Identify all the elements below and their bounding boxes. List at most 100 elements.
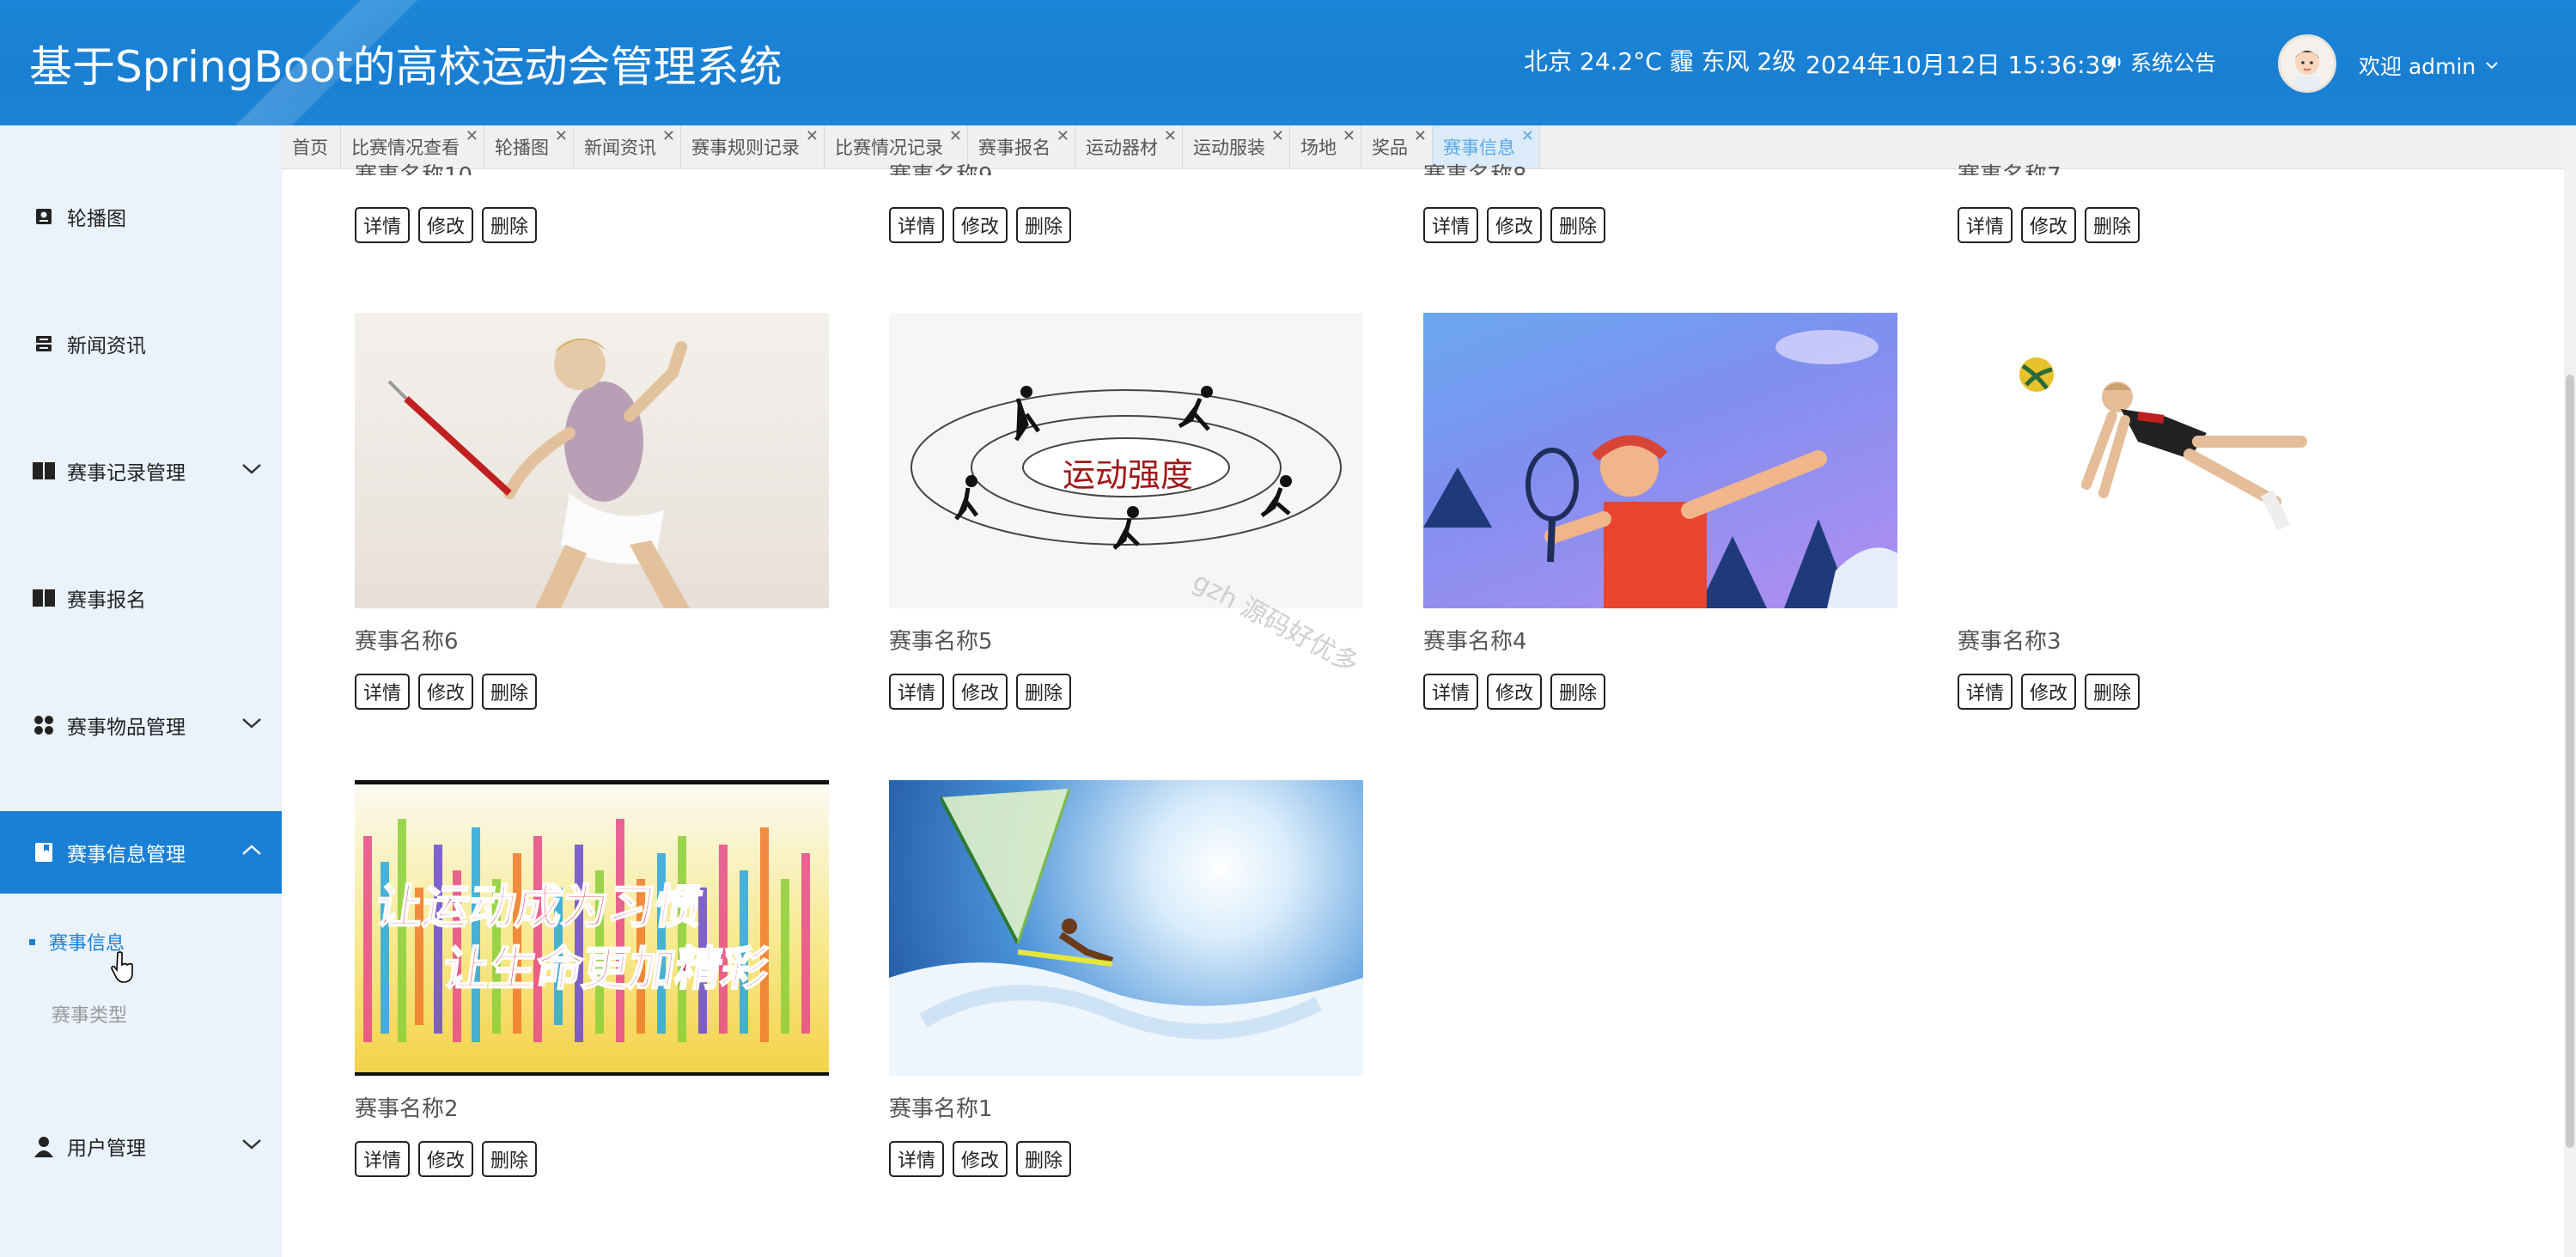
event-image-windsurfing[interactable] — [889, 780, 1363, 1076]
bookmark-icon — [31, 839, 57, 865]
card-actions: 详情 修改 删除 — [355, 1141, 538, 1177]
delete-button[interactable]: 删除 — [2085, 207, 2141, 243]
edit-button[interactable]: 修改 — [1487, 674, 1543, 710]
user-avatar-icon — [2294, 51, 2320, 90]
card-title[interactable]: 赛事名称4 — [1423, 624, 1527, 656]
sidebar-item-event-info[interactable]: 赛事信息管理 — [0, 811, 282, 894]
hand-cursor-icon — [111, 951, 133, 983]
system-notice-label: 系统公告 — [2130, 51, 2217, 76]
card-actions: 详情 修改 删除 — [1423, 207, 1606, 243]
delete-button[interactable]: 删除 — [1016, 1141, 1072, 1177]
card-title[interactable]: 赛事名称5 — [889, 624, 993, 656]
vertical-scrollbar[interactable] — [2564, 125, 2576, 1257]
chevron-down-icon — [242, 718, 261, 729]
sidebar-item-label: 用户管理 — [67, 1138, 146, 1160]
detail-button[interactable]: 详情 — [1958, 674, 2013, 710]
delete-button[interactable]: 删除 — [482, 674, 538, 710]
card-actions: 详情 修改 删除 — [355, 207, 538, 243]
image-caption: 运动强度 — [1063, 456, 1194, 494]
event-image-intensity-diagram[interactable]: 运动强度 — [889, 313, 1363, 608]
current-datetime: 2024年10月12日 15:36:39 — [1806, 51, 2116, 79]
sidebar-item-label: 赛事记录管理 — [67, 462, 186, 485]
detail-button[interactable]: 详情 — [889, 207, 945, 243]
news-icon — [31, 331, 57, 357]
detail-button[interactable]: 详情 — [889, 674, 945, 710]
card-title[interactable]: 赛事名称2 — [355, 1091, 459, 1123]
delete-button[interactable]: 删除 — [482, 1141, 538, 1177]
weather-info: 北京 24.2°C 霾 东风 2级 — [1524, 47, 1797, 76]
tab-bar-overlay — [282, 125, 2564, 169]
detail-button[interactable]: 详情 — [889, 1141, 945, 1177]
sidebar-item-event-records[interactable]: 赛事记录管理 — [0, 430, 282, 512]
delete-button[interactable]: 删除 — [1550, 674, 1606, 710]
welcome-label: 欢迎 admin — [2359, 54, 2476, 79]
chevron-down-icon — [2486, 62, 2498, 70]
card-actions: 详情 修改 删除 — [1958, 674, 2141, 710]
user-icon — [31, 1133, 57, 1159]
active-dot — [29, 938, 35, 945]
edit-button[interactable]: 修改 — [418, 207, 474, 243]
sidebar-item-event-items[interactable]: 赛事物品管理 — [0, 684, 282, 766]
sidebar-item-label: 赛事信息管理 — [67, 844, 186, 866]
delete-button[interactable]: 删除 — [1550, 207, 1606, 243]
sidebar-item-label: 赛事报名 — [67, 589, 146, 612]
card-actions: 详情 修改 删除 — [889, 1141, 1072, 1177]
scrollbar-thumb[interactable] — [2566, 375, 2574, 1148]
card-actions: 详情 修改 删除 — [355, 674, 538, 710]
card-actions: 详情 修改 删除 — [1958, 207, 2141, 243]
slogan-line-2: 让生命更加精彩 — [439, 941, 773, 997]
delete-button[interactable]: 删除 — [2085, 674, 2141, 710]
card-title[interactable]: 赛事名称6 — [355, 624, 459, 656]
subitem-label: 赛事类型 — [52, 1005, 128, 1027]
sidebar: 轮播图 新闻资讯 赛事记录管理 赛事报名 赛事物品管理 赛事信息管理 赛事信息 … — [0, 125, 282, 1257]
delete-button[interactable]: 删除 — [1016, 674, 1072, 710]
card-actions: 详情 修改 删除 — [1423, 674, 1606, 710]
edit-button[interactable]: 修改 — [953, 207, 1008, 243]
chevron-down-icon — [242, 464, 261, 474]
event-image-cartoon-tennis[interactable] — [1423, 313, 1897, 608]
top-header: 基于SpringBoot的高校运动会管理系统 北京 24.2°C 霾 东风 2级… — [0, 0, 2576, 125]
sidebar-item-label: 赛事物品管理 — [67, 717, 186, 739]
detail-button[interactable]: 详情 — [1958, 207, 2013, 243]
detail-button[interactable]: 详情 — [1423, 674, 1479, 710]
event-image-volleyball[interactable] — [1958, 313, 2432, 608]
grid-icon — [31, 712, 57, 738]
sidebar-item-label: 新闻资讯 — [67, 335, 146, 357]
app-title: 基于SpringBoot的高校运动会管理系统 — [29, 42, 783, 92]
edit-button[interactable]: 修改 — [418, 1141, 474, 1177]
chevron-up-icon — [242, 845, 261, 855]
detail-button[interactable]: 详情 — [355, 207, 411, 243]
sidebar-item-label: 轮播图 — [67, 208, 126, 230]
card-actions: 详情 修改 删除 — [889, 674, 1072, 710]
detail-button[interactable]: 详情 — [1423, 207, 1479, 243]
delete-button[interactable]: 删除 — [1016, 207, 1072, 243]
book-icon — [31, 585, 57, 611]
avatar[interactable] — [2278, 34, 2336, 93]
edit-button[interactable]: 修改 — [953, 674, 1008, 710]
edit-button[interactable]: 修改 — [2021, 207, 2077, 243]
user-menu[interactable]: 欢迎 admin — [2359, 50, 2500, 81]
detail-button[interactable]: 详情 — [355, 1141, 411, 1177]
edit-button[interactable]: 修改 — [2021, 674, 2077, 710]
sidebar-item-registration[interactable]: 赛事报名 — [0, 557, 282, 639]
delete-button[interactable]: 删除 — [482, 207, 538, 243]
sidebar-item-news[interactable]: 新闻资讯 — [0, 302, 282, 385]
sidebar-item-users[interactable]: 用户管理 — [0, 1105, 282, 1187]
edit-button[interactable]: 修改 — [418, 674, 474, 710]
card-actions: 详情 修改 删除 — [889, 207, 1072, 243]
detail-button[interactable]: 详情 — [355, 674, 411, 710]
chevron-down-icon — [242, 1139, 261, 1150]
sidebar-subitem-event-type[interactable]: 赛事类型 — [52, 1000, 127, 1028]
edit-button[interactable]: 修改 — [953, 1141, 1008, 1177]
slogan-line-1: 让运动成为习惯 — [372, 879, 706, 935]
event-image-tennis-player[interactable] — [355, 313, 829, 608]
card-title[interactable]: 赛事名称3 — [1958, 624, 2061, 656]
event-image-slogan[interactable]: 让运动成为习惯 让生命更加精彩 — [355, 780, 829, 1076]
system-notice-link[interactable]: 系统公告 — [2104, 46, 2216, 77]
edit-button[interactable]: 修改 — [1487, 207, 1543, 243]
card-title[interactable]: 赛事名称1 — [889, 1091, 993, 1123]
speaker-icon — [2107, 55, 2121, 69]
book-icon — [31, 458, 57, 484]
image-icon — [31, 204, 57, 229]
sidebar-item-carousel[interactable]: 轮播图 — [0, 175, 282, 258]
